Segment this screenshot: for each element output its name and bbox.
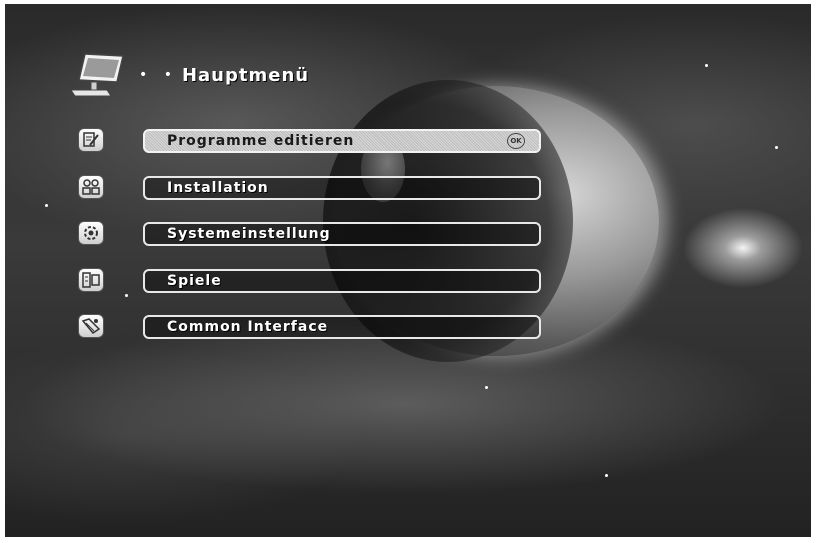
menu-item-label: Spiele — [167, 272, 222, 289]
menu-item-label: Systemeinstellung — [167, 226, 331, 242]
star — [705, 64, 708, 67]
menu-item-spiele[interactable]: Spiele — [75, 266, 545, 313]
monitor-icon — [70, 53, 124, 97]
installation-icon — [78, 174, 104, 199]
menu-item-label: Programme editieren — [167, 133, 355, 149]
menu-button-common-interface[interactable]: Common Interface — [143, 315, 541, 339]
menu-item-installation[interactable]: Installation — [75, 173, 545, 220]
star — [485, 386, 488, 389]
common-interface-icon — [78, 314, 104, 338]
menu-button-programme-editieren[interactable]: Programme editieren OK — [143, 129, 541, 153]
menu-item-label: Common Interface — [167, 319, 329, 335]
main-menu: Programme editieren OK Installation Syst… — [75, 126, 545, 359]
menu-button-spiele[interactable]: Spiele — [143, 268, 541, 293]
star — [45, 204, 48, 207]
games-icon — [78, 267, 104, 292]
menu-item-label: Installation — [167, 179, 269, 196]
menu-item-programme-editieren[interactable]: Programme editieren OK — [75, 126, 545, 173]
menu-button-installation[interactable]: Installation — [143, 175, 541, 200]
star — [605, 474, 608, 477]
star — [775, 146, 778, 149]
header-dots: • • — [139, 67, 178, 83]
ok-icon: OK — [507, 133, 525, 149]
menu-item-systemeinstellung[interactable]: Systemeinstellung — [75, 219, 545, 266]
edit-icon — [78, 128, 104, 152]
page-title: Hauptmenü — [181, 64, 310, 86]
menu-header: • • Hauptmenü — [67, 50, 309, 100]
menu-button-systemeinstellung[interactable]: Systemeinstellung — [143, 222, 541, 246]
settings-icon — [78, 221, 104, 245]
menu-item-common-interface[interactable]: Common Interface — [75, 312, 545, 359]
tv-menu-screen: • • Hauptmenü Programme editieren OK Ins… — [5, 4, 811, 537]
